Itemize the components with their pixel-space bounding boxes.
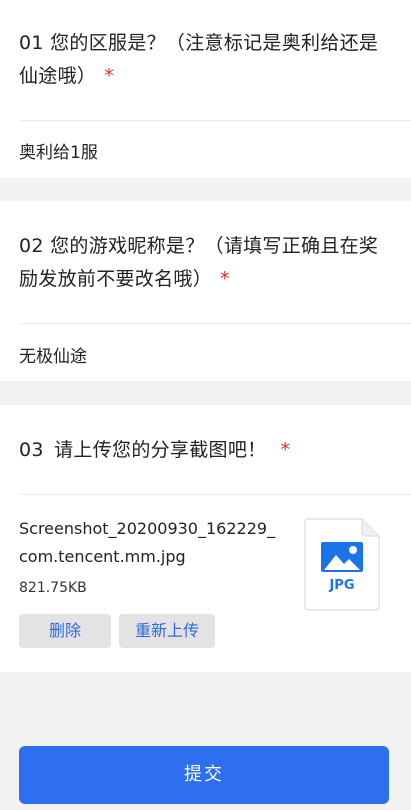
delete-file-button[interactable]: 删除	[19, 614, 111, 648]
question-number: 01	[19, 32, 44, 54]
required-mark: *	[280, 439, 291, 461]
question-number: 02	[19, 235, 44, 257]
question-card-01: 01 您的区服是？（注意标记是奥利给还是仙途哦） * 奥利给1服	[0, 0, 411, 178]
answer-field-01[interactable]: 奥利给1服	[19, 138, 98, 163]
required-mark: *	[220, 268, 230, 290]
question-text: 您的游戏昵称是？（请填写正确且在奖励发放前不要改名哦）	[19, 235, 379, 290]
question-number: 03	[19, 439, 44, 461]
required-mark: *	[104, 65, 115, 87]
survey-page: 01 您的区服是？（注意标记是奥利给还是仙途哦） * 奥利给1服 02 您的游戏昵…	[0, 0, 411, 810]
divider	[19, 323, 411, 324]
reupload-file-button[interactable]: 重新上传	[119, 614, 215, 648]
question-title-03: 03 请上传您的分享截图吧！ *	[19, 434, 383, 467]
question-card-02: 02 您的游戏昵称是？（请填写正确且在奖励发放前不要改名哦） * 无极仙途	[0, 201, 411, 381]
uploaded-file-name: Screenshot_20200930_162229_com.tencent.m…	[19, 519, 276, 566]
divider	[19, 120, 411, 121]
jpg-file-icon: JPG	[304, 518, 380, 611]
question-text: 您的区服是？（注意标记是奥利给还是仙途哦）	[19, 32, 379, 87]
divider	[19, 494, 411, 495]
answer-field-02[interactable]: 无极仙途	[19, 342, 87, 367]
question-title-02: 02 您的游戏昵称是？（请填写正确且在奖励发放前不要改名哦） *	[19, 230, 383, 296]
file-type-label: JPG	[328, 578, 354, 593]
question-text: 请上传您的分享截图吧！	[54, 439, 267, 461]
question-title-01: 01 您的区服是？（注意标记是奥利给还是仙途哦） *	[19, 27, 383, 93]
uploaded-file-size: 821.75KB	[19, 580, 87, 596]
submit-button[interactable]: 提交	[19, 746, 389, 804]
